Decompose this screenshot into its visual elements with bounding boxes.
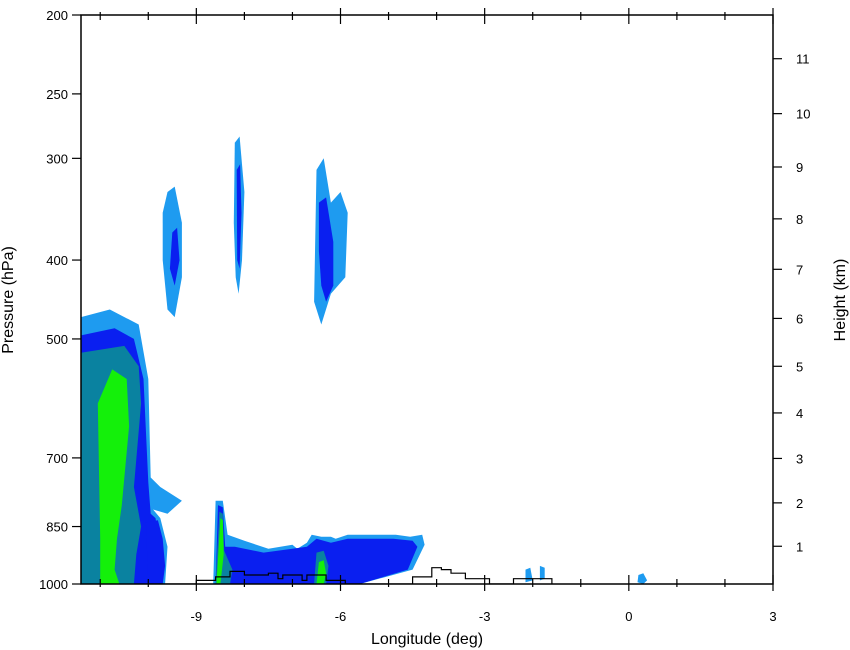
y2-tick-label: 10 (796, 107, 810, 122)
y2-tick-label: 7 (796, 262, 803, 277)
y-tick-label: 1000 (39, 577, 68, 592)
y-tick-label: 400 (46, 253, 68, 268)
y2-tick-label: 9 (796, 160, 803, 175)
x-tick-label: -9 (191, 609, 203, 624)
y-axis-ticks: 200 250 300 400 500 700 850 1000 (39, 8, 81, 592)
y2-tick-label: 2 (796, 496, 803, 511)
y2-axis-title: Height (km) (832, 259, 849, 342)
y2-tick-label: 6 (796, 311, 803, 326)
y-tick-label: 250 (46, 87, 68, 102)
x-tick-label: -3 (479, 609, 491, 624)
y2-tick-label: 11 (796, 52, 810, 67)
x-axis-title: Longitude (deg) (371, 631, 483, 648)
contour-region-level-1 (525, 567, 533, 583)
y2-tick-label: 8 (796, 212, 803, 227)
y2-tick-label: 4 (796, 406, 803, 421)
cross-section-chart: -9 -6 -3 0 3 200 250 300 400 500 700 850 1000 1 2 3 4 5… (0, 8, 849, 648)
x-tick-label: -6 (335, 609, 347, 624)
y-axis-title: Pressure (hPa) (0, 246, 17, 354)
x-tick-label: 3 (769, 609, 776, 624)
y2-tick-label: 1 (796, 539, 803, 554)
plot-frame (80, 14, 774, 585)
contour-fill-layer (81, 136, 648, 584)
y2-axis-ticks: 1 2 3 4 5 6 7 8 9 10 11 (773, 52, 810, 554)
x-tick-label: 0 (625, 609, 632, 624)
y2-tick-label: 5 (796, 359, 803, 374)
y-tick-label: 850 (46, 520, 68, 535)
contour-region-level-1 (637, 573, 648, 584)
y-tick-label: 500 (46, 332, 68, 347)
y2-tick-label: 3 (796, 451, 803, 466)
y-tick-label: 700 (46, 451, 68, 466)
x-axis-ticks: -9 -6 -3 0 3 (99, 8, 777, 624)
y-tick-label: 200 (46, 8, 68, 23)
y-tick-label: 300 (46, 151, 68, 166)
